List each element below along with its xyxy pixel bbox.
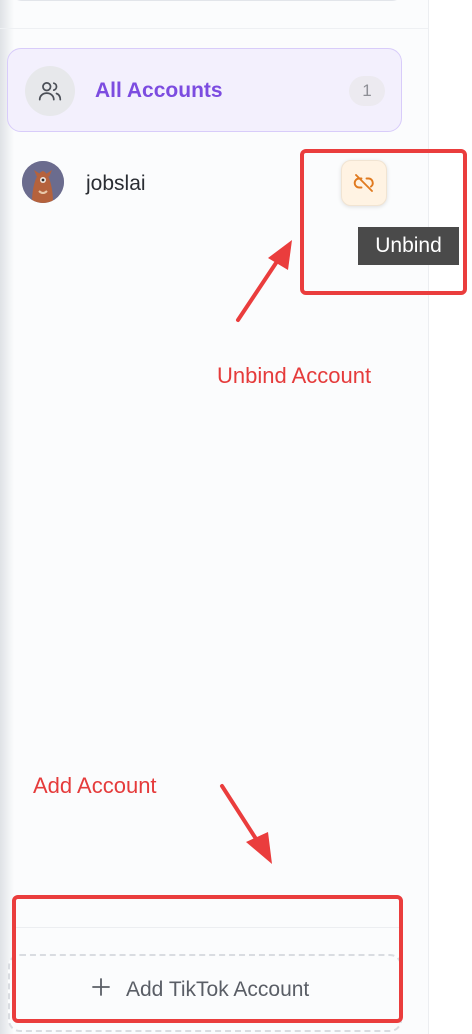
users-icon [25, 66, 75, 116]
all-accounts-label: All Accounts [95, 79, 223, 102]
divider [0, 28, 428, 29]
avatar [22, 161, 64, 203]
unbind-annotation-label: Unbind Account [217, 363, 372, 388]
unbind-arrow-icon [236, 240, 292, 322]
add-highlight-box [12, 895, 403, 1023]
account-name: jobslai [86, 172, 146, 195]
account-count-badge: 1 [349, 76, 385, 106]
search-field-edge[interactable] [10, 0, 404, 1]
add-annotation-label: Add Account [33, 773, 157, 798]
add-arrow-icon [220, 784, 272, 864]
sidebar-item-all-accounts[interactable]: All Accounts 1 [7, 48, 402, 132]
unbind-highlight-box [300, 149, 467, 295]
